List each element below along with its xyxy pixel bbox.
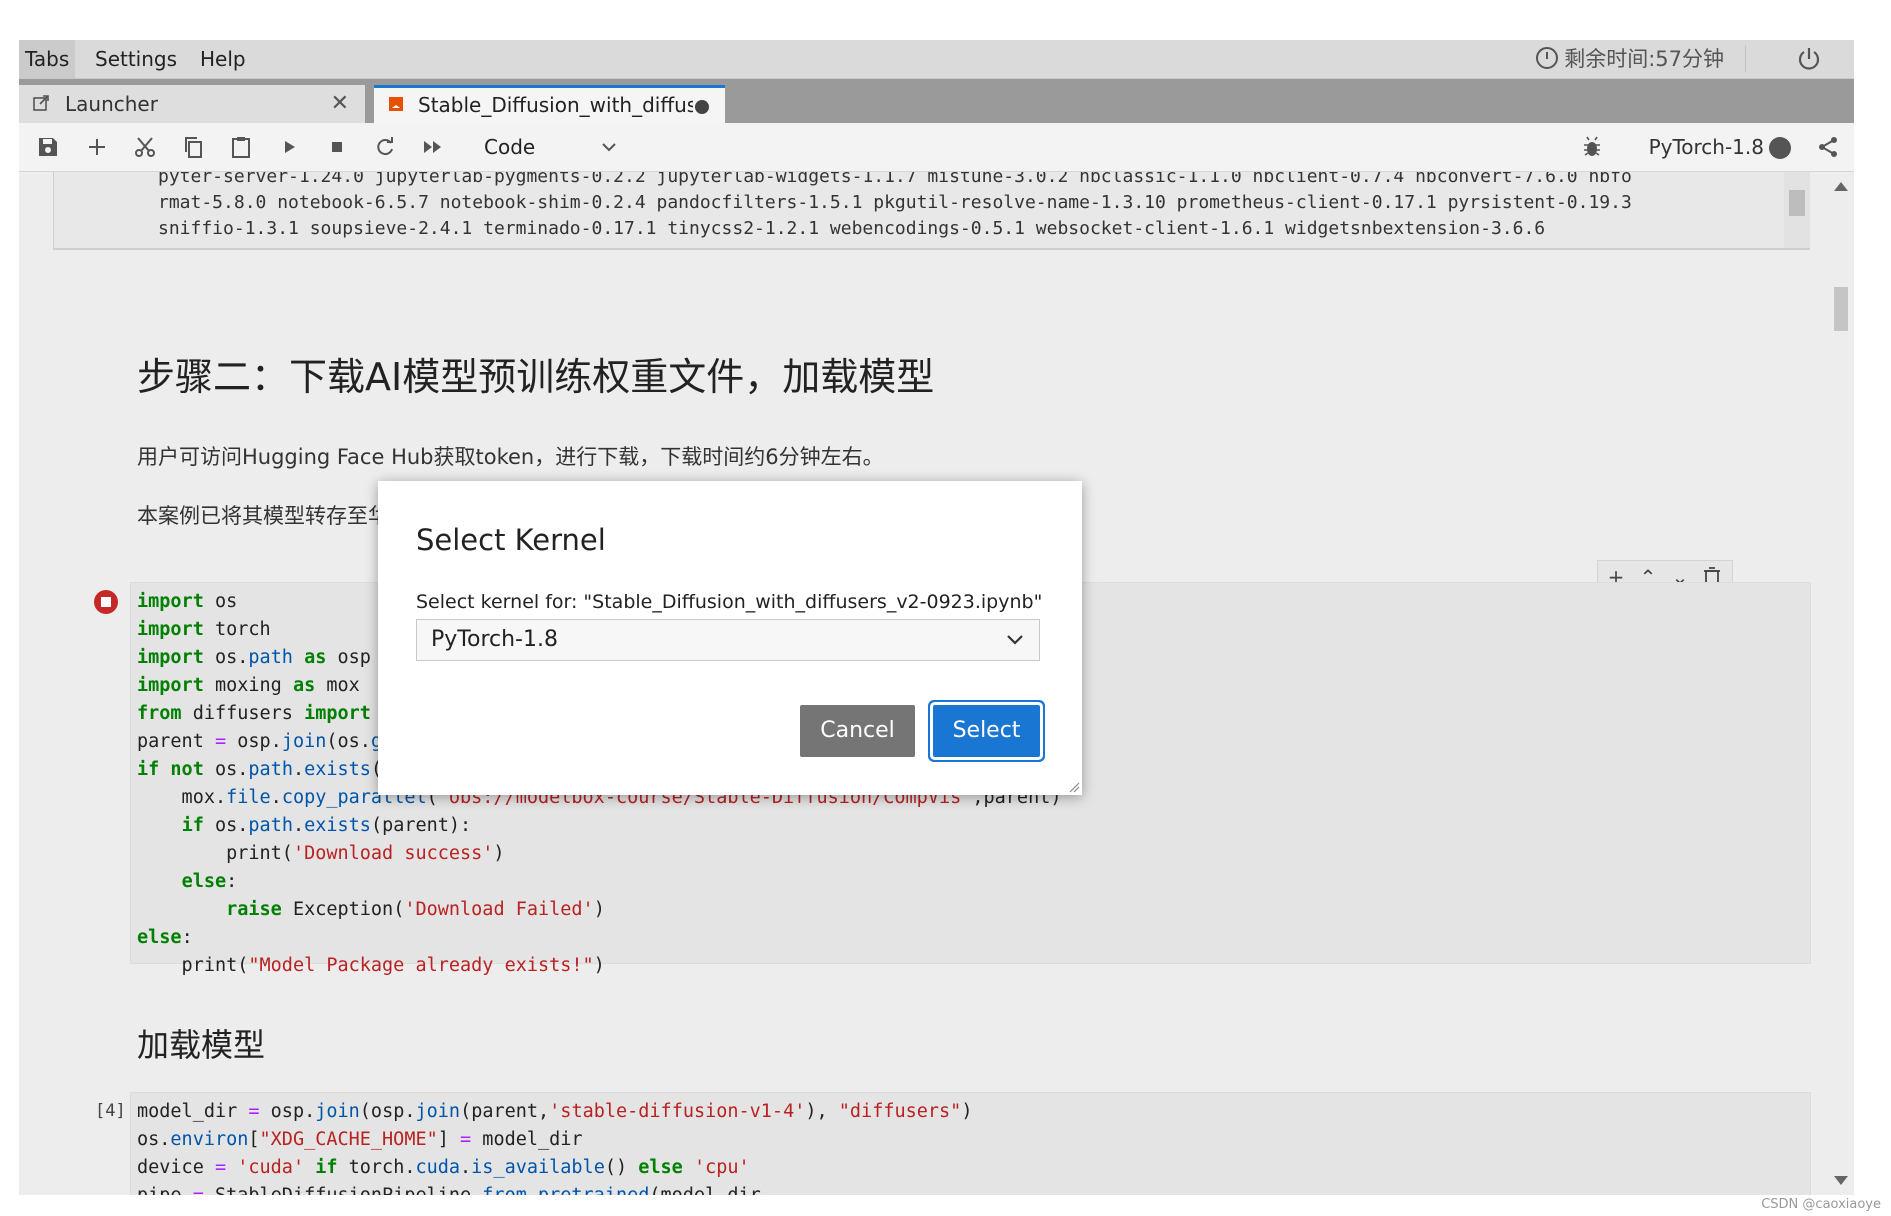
select-kernel-dialog: Select Kernel Select kernel for: "Stable… (378, 481, 1082, 795)
cancel-button[interactable]: Cancel (800, 705, 915, 757)
dialog-title: Select Kernel (416, 523, 606, 557)
kernel-select-value: PyTorch-1.8 (431, 627, 558, 652)
kernel-select[interactable]: PyTorch-1.8 (416, 619, 1040, 661)
dialog-overlay: Select Kernel Select kernel for: "Stable… (0, 0, 1891, 1216)
watermark: CSDN @caoxiaoye (1761, 1197, 1881, 1212)
select-button[interactable]: Select (933, 705, 1040, 757)
resize-handle-icon[interactable] (1068, 781, 1080, 793)
chevron-down-icon (1007, 635, 1023, 645)
dialog-label: Select kernel for: "Stable_Diffusion_wit… (416, 591, 1043, 613)
